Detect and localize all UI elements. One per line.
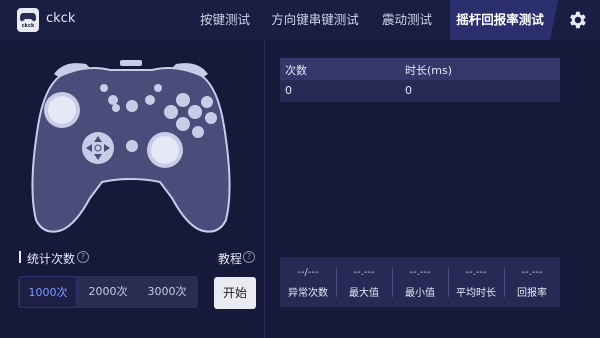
face-button — [205, 112, 217, 124]
left-stick-cap — [48, 96, 76, 124]
stat-min: --.--- 最小值 — [392, 257, 448, 307]
face-button — [192, 126, 204, 138]
small-button — [108, 95, 118, 105]
small-button — [126, 140, 138, 152]
stat-report-rate: --.--- 回报率 — [504, 257, 560, 307]
tutorial-label[interactable]: 教程 — [218, 250, 242, 267]
stat-average: --.--- 平均时长 — [448, 257, 504, 307]
face-button — [201, 96, 213, 108]
face-button — [164, 105, 178, 119]
stat-label: 异常次数 — [288, 288, 328, 299]
small-button — [112, 104, 120, 112]
start-button[interactable]: 开始 — [214, 277, 256, 309]
logo-text: ckck — [21, 23, 35, 29]
stat-max: --.--- 最大值 — [336, 257, 392, 307]
face-button — [188, 105, 202, 119]
results-table: 次数 时长(ms) 0 0 — [280, 58, 560, 102]
header-count: 次数 — [285, 64, 307, 77]
face-button — [176, 117, 190, 131]
small-button — [100, 84, 108, 92]
gamepad-illustration — [31, 60, 231, 233]
stat-value: --.--- — [353, 267, 375, 278]
table-header: 次数 时长(ms) — [280, 58, 560, 80]
question-circle-icon[interactable]: ? — [243, 251, 255, 263]
app-title: ckck — [46, 11, 76, 26]
face-button — [176, 93, 190, 107]
option-3000[interactable]: 3000次 — [138, 276, 196, 308]
panel-divider — [264, 40, 265, 338]
stat-label: 回报率 — [517, 288, 547, 299]
stat-label: 平均时长 — [456, 288, 496, 299]
tab-stick-report-rate[interactable]: 摇杆回报率测试 — [450, 0, 558, 40]
stat-label: 最大值 — [349, 288, 379, 299]
stat-value: --/--- — [297, 267, 319, 278]
option-2000[interactable]: 2000次 — [79, 276, 137, 308]
tab-button-test[interactable]: 按键测试 — [192, 0, 258, 40]
option-1000[interactable]: 1000次 — [19, 276, 77, 308]
tab-vibration-test[interactable]: 震动测试 — [374, 0, 440, 40]
question-circle-icon[interactable]: ? — [77, 251, 89, 263]
small-button — [154, 84, 162, 92]
top-button — [120, 60, 142, 66]
stats-panel: --/--- 异常次数 --.--- 最大值 --.--- 最小值 --.---… — [280, 257, 560, 307]
cell-duration: 0 — [405, 84, 412, 97]
gamepad-icon — [20, 13, 36, 22]
gear-icon[interactable] — [566, 9, 588, 31]
stat-label: 最小值 — [405, 288, 435, 299]
small-button — [145, 95, 155, 105]
stat-value: --.--- — [521, 267, 543, 278]
small-button — [126, 100, 138, 112]
right-stick-cap — [151, 136, 179, 164]
stat-value: --.--- — [409, 267, 431, 278]
stat-value: --.--- — [465, 267, 487, 278]
tab-dpad-test[interactable]: 方向键串键测试 — [266, 0, 364, 40]
stat-abnormal: --/--- 异常次数 — [280, 257, 336, 307]
header-duration: 时长(ms) — [405, 64, 453, 77]
count-label-text: 统计次数 — [27, 252, 76, 266]
count-selector: 1000次 2000次 3000次 — [18, 276, 198, 308]
top-bar: ckck ckck 按键测试 方向键串键测试 震动测试 摇杆回报率测试 — [0, 0, 600, 40]
app-logo: ckck — [17, 8, 39, 32]
cell-count: 0 — [285, 84, 292, 97]
